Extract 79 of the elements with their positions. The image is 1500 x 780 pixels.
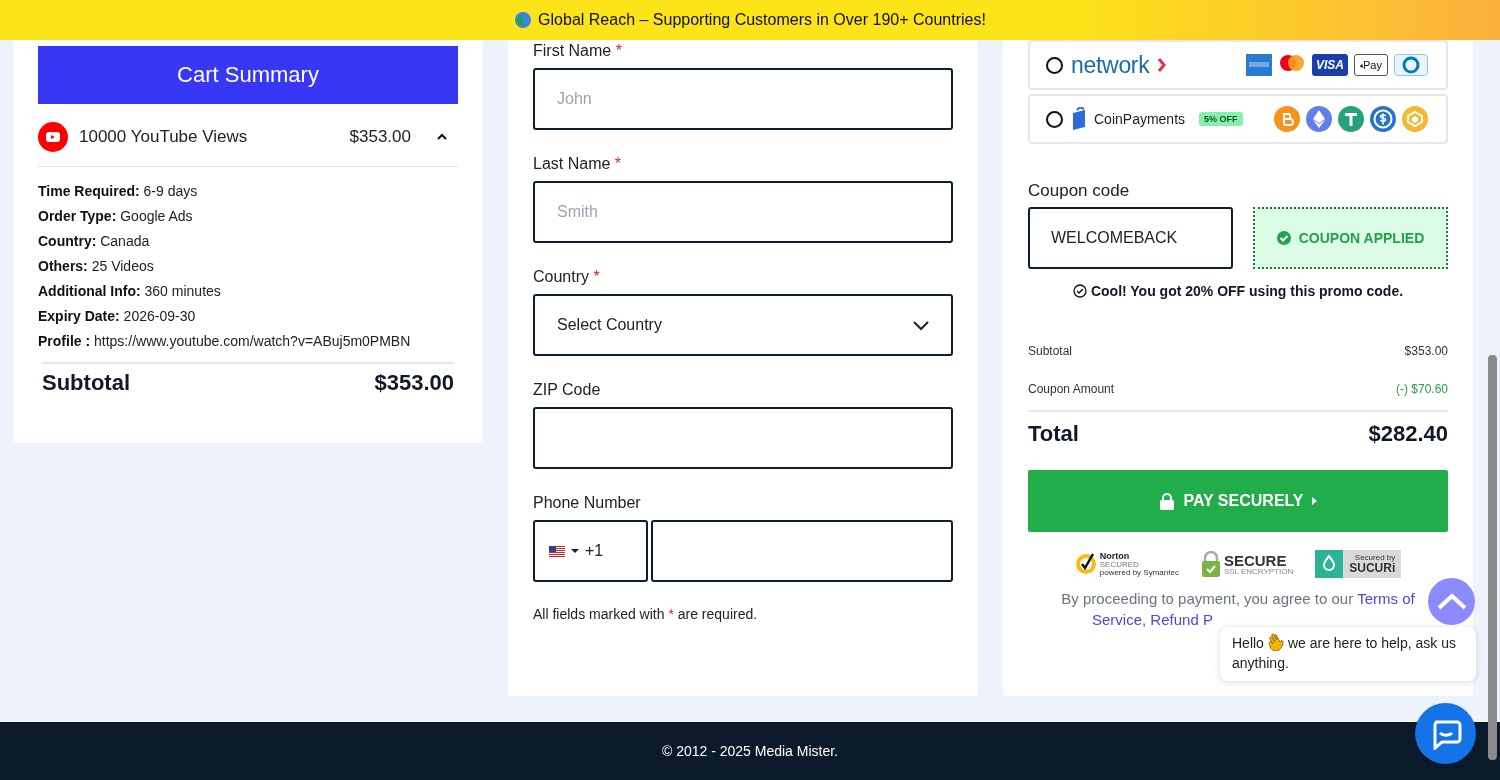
amex-icon xyxy=(1246,54,1272,76)
text-field[interactable]: John xyxy=(533,68,953,130)
caret-icon xyxy=(571,549,579,553)
legal-text: By proceeding to payment, you agree to our xyxy=(1061,590,1354,607)
summary-label: Coupon Amount xyxy=(1028,381,1115,397)
total-label: Total xyxy=(1028,421,1079,447)
bnb-icon xyxy=(1402,106,1428,132)
payment-option[interactable]: CoinPayments 5% OFF xyxy=(1028,94,1448,144)
banner-text: Global Reach – Supporting Customers in Over 190+ Countries! xyxy=(538,11,986,29)
brand-name: CoinPayments xyxy=(1094,111,1186,127)
copyright-text: © 2012 - 2025 Media Mister. xyxy=(661,743,839,759)
scrollbar-thumb[interactable] xyxy=(1488,355,1497,760)
detail-line: Others: 25 Videos xyxy=(38,257,155,276)
bitcoin-icon xyxy=(1274,106,1300,132)
summary-value: $353.00 xyxy=(1404,343,1448,359)
detail-line: Order Type: Google Ads xyxy=(38,207,194,226)
field-label: ZIP Code xyxy=(533,380,601,400)
caret-right-icon xyxy=(1311,497,1317,505)
field-label: Country * xyxy=(533,267,600,287)
required-note: All fields marked with * are required. xyxy=(533,606,759,622)
coupon-field[interactable]: WELCOMEBACK xyxy=(1028,207,1233,269)
drop-icon xyxy=(1315,550,1344,578)
radio-button[interactable] xyxy=(1046,56,1063,74)
badge-text: powered by Symantec xyxy=(1099,568,1179,577)
field-label: Last Name * xyxy=(533,154,622,174)
chevron-up-icon xyxy=(1435,591,1468,612)
field-label: Phone Number xyxy=(533,493,641,513)
ethereum-icon xyxy=(1306,106,1332,132)
radio-button[interactable] xyxy=(1046,110,1063,128)
legal-link[interactable]: Terms of xyxy=(1357,590,1415,607)
check-circle-icon xyxy=(1072,284,1087,298)
detail-line: Additional Info: 360 minutes xyxy=(38,282,222,301)
check-circle-icon xyxy=(1276,231,1291,245)
coupon-message: Cool! You got 20% OFF using this promo code. xyxy=(1090,283,1404,299)
flag-icon xyxy=(549,545,565,557)
apple-pay-logo: Pay xyxy=(1354,54,1388,76)
lock-icon xyxy=(1159,492,1176,510)
checkmark-seal-icon xyxy=(1074,552,1097,576)
detail-line: Country: Canada xyxy=(38,232,151,251)
discount-badge: 5% OFF xyxy=(1199,112,1243,126)
detail-line: Expiry Date: 2026-09-30 xyxy=(38,307,197,326)
text-field[interactable]: Smith xyxy=(533,181,953,243)
product-price: $353.00 xyxy=(349,127,411,147)
field-label: First Name * xyxy=(533,41,622,61)
youtube-icon xyxy=(38,122,68,152)
chevron-down-icon xyxy=(913,319,929,331)
coupon-status: COUPON APPLIED xyxy=(1253,207,1448,269)
badge-text: SECURED xyxy=(1099,560,1140,569)
padlock-icon xyxy=(1200,551,1221,577)
subtotal-value: $353.00 xyxy=(374,370,454,396)
detail-line: Time Required: 6-9 days xyxy=(38,182,199,201)
summary-value: (-) $70.60 xyxy=(1395,381,1448,397)
country-code-select[interactable]: +1 xyxy=(533,520,648,582)
globe-icon xyxy=(514,11,533,29)
detail-line: Profile : https://www.youtube.com/watch?v=ABuj5m0PMBN xyxy=(38,332,412,351)
total-value: $282.40 xyxy=(1368,421,1448,447)
field-label: Coupon code xyxy=(1028,181,1131,201)
tether-icon xyxy=(1338,106,1364,132)
chevron-right-icon xyxy=(1157,57,1167,73)
cart-summary-header: Cart Summary xyxy=(38,46,458,104)
product-name: 10000 YouTube Views xyxy=(79,127,249,147)
text-field[interactable] xyxy=(533,407,953,469)
usdc-icon xyxy=(1370,106,1396,132)
country-select[interactable]: Select Country xyxy=(533,294,953,356)
subtotal-label: Subtotal xyxy=(42,370,130,396)
summary-label: Subtotal xyxy=(1028,343,1073,359)
waving-hand-icon xyxy=(1266,633,1285,651)
badge-text: SUCURi xyxy=(1349,562,1396,574)
badge-text: SECURE xyxy=(1223,552,1288,568)
chat-message: Hello we are here to help, ask us anything. xyxy=(1220,627,1476,681)
diners-icon xyxy=(1394,54,1428,76)
visa-logo: VISA xyxy=(1312,54,1348,76)
badge-text: SSL ENCRYPTION xyxy=(1223,567,1294,576)
legal-link[interactable]: Service, Refund P xyxy=(1092,611,1213,628)
phone-field[interactable] xyxy=(651,520,953,582)
badge-text: Norton xyxy=(1099,551,1131,561)
badge-text: Secured by xyxy=(1353,554,1396,562)
payment-option[interactable]: network VISA Pay xyxy=(1028,40,1448,90)
brand-name: network xyxy=(1071,51,1150,79)
